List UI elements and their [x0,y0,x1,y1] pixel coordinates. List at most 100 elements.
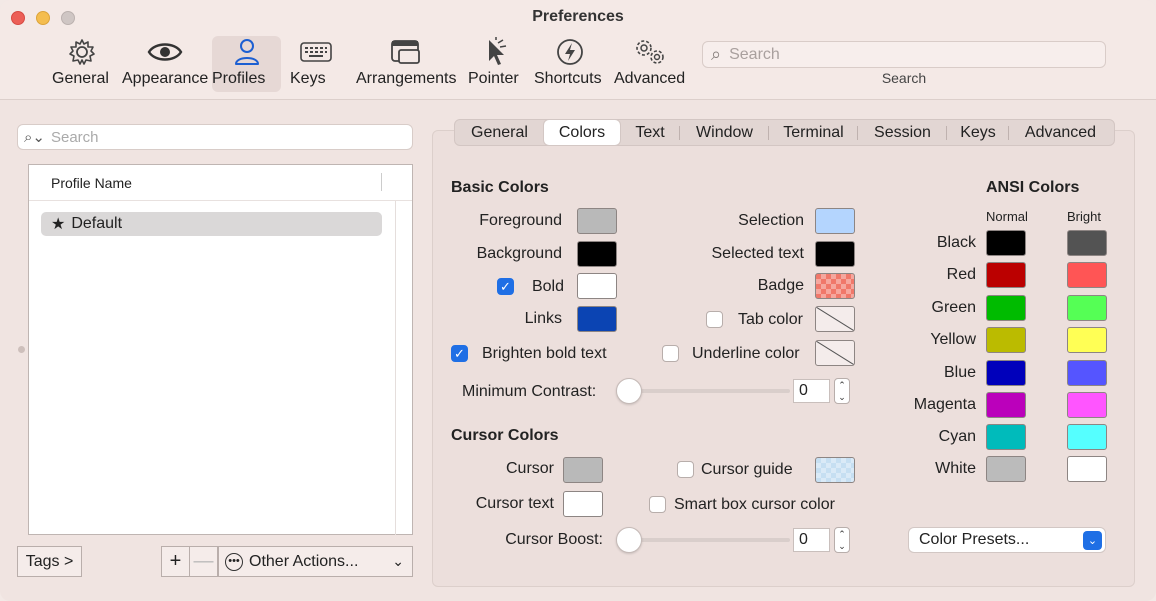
toolbar-search-input[interactable]: ⌕ Search [702,41,1106,68]
tab-advanced[interactable]: Advanced [1009,120,1112,145]
cursor-text-label: Cursor text [475,495,554,512]
background-color-well[interactable] [577,241,617,267]
brighten-bold-label: Brighten bold text [482,345,607,362]
ansi-black-bright-well[interactable] [1067,230,1107,256]
tab-general[interactable]: General [455,120,544,145]
profile-tabs: General Colors Text Window Terminal Sess… [454,119,1115,146]
remove-profile-button[interactable]: — [190,546,218,577]
pointer-icon [468,36,522,68]
ansi-cyan-label: Cyan [938,428,976,445]
ansi-green-bright-well[interactable] [1067,295,1107,321]
ansi-magenta-label: Magenta [913,396,976,413]
other-actions-button[interactable]: ••• Other Actions... ⌄ [218,546,413,577]
ansi-green-label: Green [931,299,976,316]
ansi-bright-header: Bright [1067,209,1101,224]
tab-color-label: Tab color [738,311,803,328]
tab-terminal[interactable]: Terminal [769,120,858,145]
ansi-red-normal-well[interactable] [986,262,1026,288]
cursor-label: Cursor [505,460,554,477]
underline-color-well[interactable] [815,340,855,366]
cursor-guide-label: Cursor guide [701,461,793,478]
split-view-handle[interactable] [18,346,25,353]
tab-session[interactable]: Session [858,120,947,145]
search-icon: ⌕⌄ [24,129,45,146]
minimum-contrast-slider[interactable] [616,378,642,404]
underline-color-label: Underline color [692,345,800,362]
tab-color-well[interactable] [815,306,855,332]
color-presets-select[interactable]: Color Presets... ⌄ [908,527,1106,553]
ansi-black-normal-well[interactable] [986,230,1026,256]
selection-color-well[interactable] [815,208,855,234]
minimum-contrast-field[interactable]: 0 [793,379,830,403]
cursor-color-well[interactable] [563,457,603,483]
cursor-boost-label: Cursor Boost: [505,531,603,548]
background-label: Background [476,245,562,262]
profile-list: Profile Name ★ Default [28,164,413,535]
ansi-cyan-normal-well[interactable] [986,424,1026,450]
toolbar-search-label: Search [881,70,927,86]
ansi-blue-normal-well[interactable] [986,360,1026,386]
ansi-green-normal-well[interactable] [986,295,1026,321]
minimum-contrast-stepper[interactable]: ⌃ ⌄ [834,378,850,404]
links-color-well[interactable] [577,306,617,332]
smart-box-cursor-checkbox[interactable] [649,496,666,513]
selected-text-label: Selected text [711,245,805,262]
cursor-boost-track[interactable] [620,538,790,542]
toolbar-pointer[interactable]: Pointer [468,36,522,92]
cursor-boost-slider[interactable] [616,527,642,553]
toolbar-arrangements[interactable]: Arrangements [356,36,457,92]
ansi-cyan-bright-well[interactable] [1067,424,1107,450]
cursor-colors-title: Cursor Colors [451,427,559,444]
bold-label: Bold [531,278,564,295]
ansi-normal-header: Normal [986,209,1028,224]
bold-checkbox[interactable]: ✓ [497,278,514,295]
selected-text-color-well[interactable] [815,241,855,267]
ansi-white-bright-well[interactable] [1067,456,1107,482]
toolbar: Preferences General Appearance Profiles … [0,0,1156,100]
ansi-yellow-bright-well[interactable] [1067,327,1107,353]
ansi-blue-bright-well[interactable] [1067,360,1107,386]
links-label: Links [524,310,562,327]
tags-button[interactable]: Tags > [17,546,82,577]
tab-window[interactable]: Window [680,120,769,145]
badge-color-well[interactable] [815,273,855,299]
smart-box-cursor-label: Smart box cursor color [674,496,835,513]
brighten-bold-checkbox[interactable]: ✓ [451,345,468,362]
toolbar-advanced[interactable]: Advanced [614,36,686,92]
underline-color-checkbox[interactable] [662,345,679,362]
toolbar-keys[interactable]: Keys [290,36,342,92]
cursor-text-color-well[interactable] [563,491,603,517]
cursor-guide-color-well[interactable] [815,457,855,483]
windows-icon [356,36,456,68]
ansi-colors-title: ANSI Colors [986,179,1080,196]
toolbar-general[interactable]: General [52,36,112,92]
ansi-black-label: Black [936,234,976,251]
chevron-down-icon: ⌄ [1083,531,1102,550]
tab-color-checkbox[interactable] [706,311,723,328]
profile-search-input[interactable]: ⌕⌄ Search [17,124,413,150]
cursor-guide-checkbox[interactable] [677,461,694,478]
tab-text[interactable]: Text [620,120,680,145]
profile-column-header[interactable]: Profile Name [29,165,412,201]
toolbar-profiles[interactable]: Profiles [212,36,281,92]
ansi-magenta-bright-well[interactable] [1067,392,1107,418]
toolbar-shortcuts[interactable]: Shortcuts [534,36,606,92]
preferences-window: Preferences General Appearance Profiles … [0,0,1156,601]
ansi-magenta-normal-well[interactable] [986,392,1026,418]
minimum-contrast-track[interactable] [620,389,790,393]
bold-color-well[interactable] [577,273,617,299]
toolbar-appearance[interactable]: Appearance [122,36,208,92]
tab-keys[interactable]: Keys [947,120,1009,145]
search-icon: ⌕ [711,44,722,64]
profile-row-default[interactable]: ★ Default [41,212,382,236]
ansi-red-bright-well[interactable] [1067,262,1107,288]
add-profile-button[interactable]: + [161,546,190,577]
ansi-yellow-normal-well[interactable] [986,327,1026,353]
ansi-white-normal-well[interactable] [986,456,1026,482]
foreground-color-well[interactable] [577,208,617,234]
tab-colors[interactable]: Colors [544,120,620,145]
minimum-contrast-label: Minimum Contrast: [462,383,597,400]
cursor-boost-stepper[interactable]: ⌃ ⌄ [834,527,850,553]
cursor-boost-field[interactable]: 0 [793,528,830,552]
ellipsis-icon: ••• [225,552,243,571]
